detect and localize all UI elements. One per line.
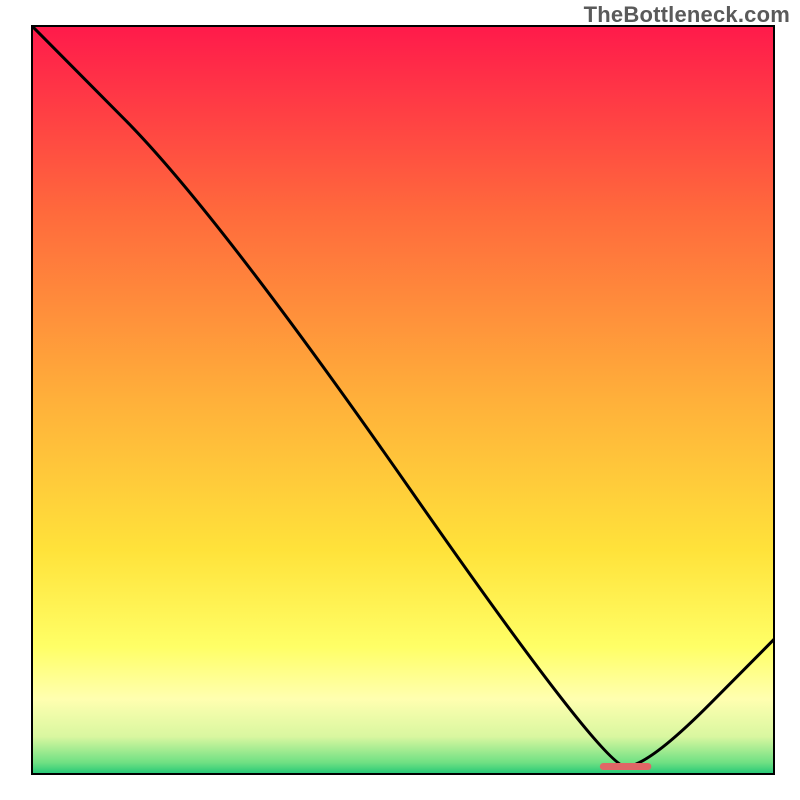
chart-svg — [0, 0, 800, 800]
watermark-label: TheBottleneck.com — [584, 2, 790, 28]
chart-container: TheBottleneck.com — [0, 0, 800, 800]
